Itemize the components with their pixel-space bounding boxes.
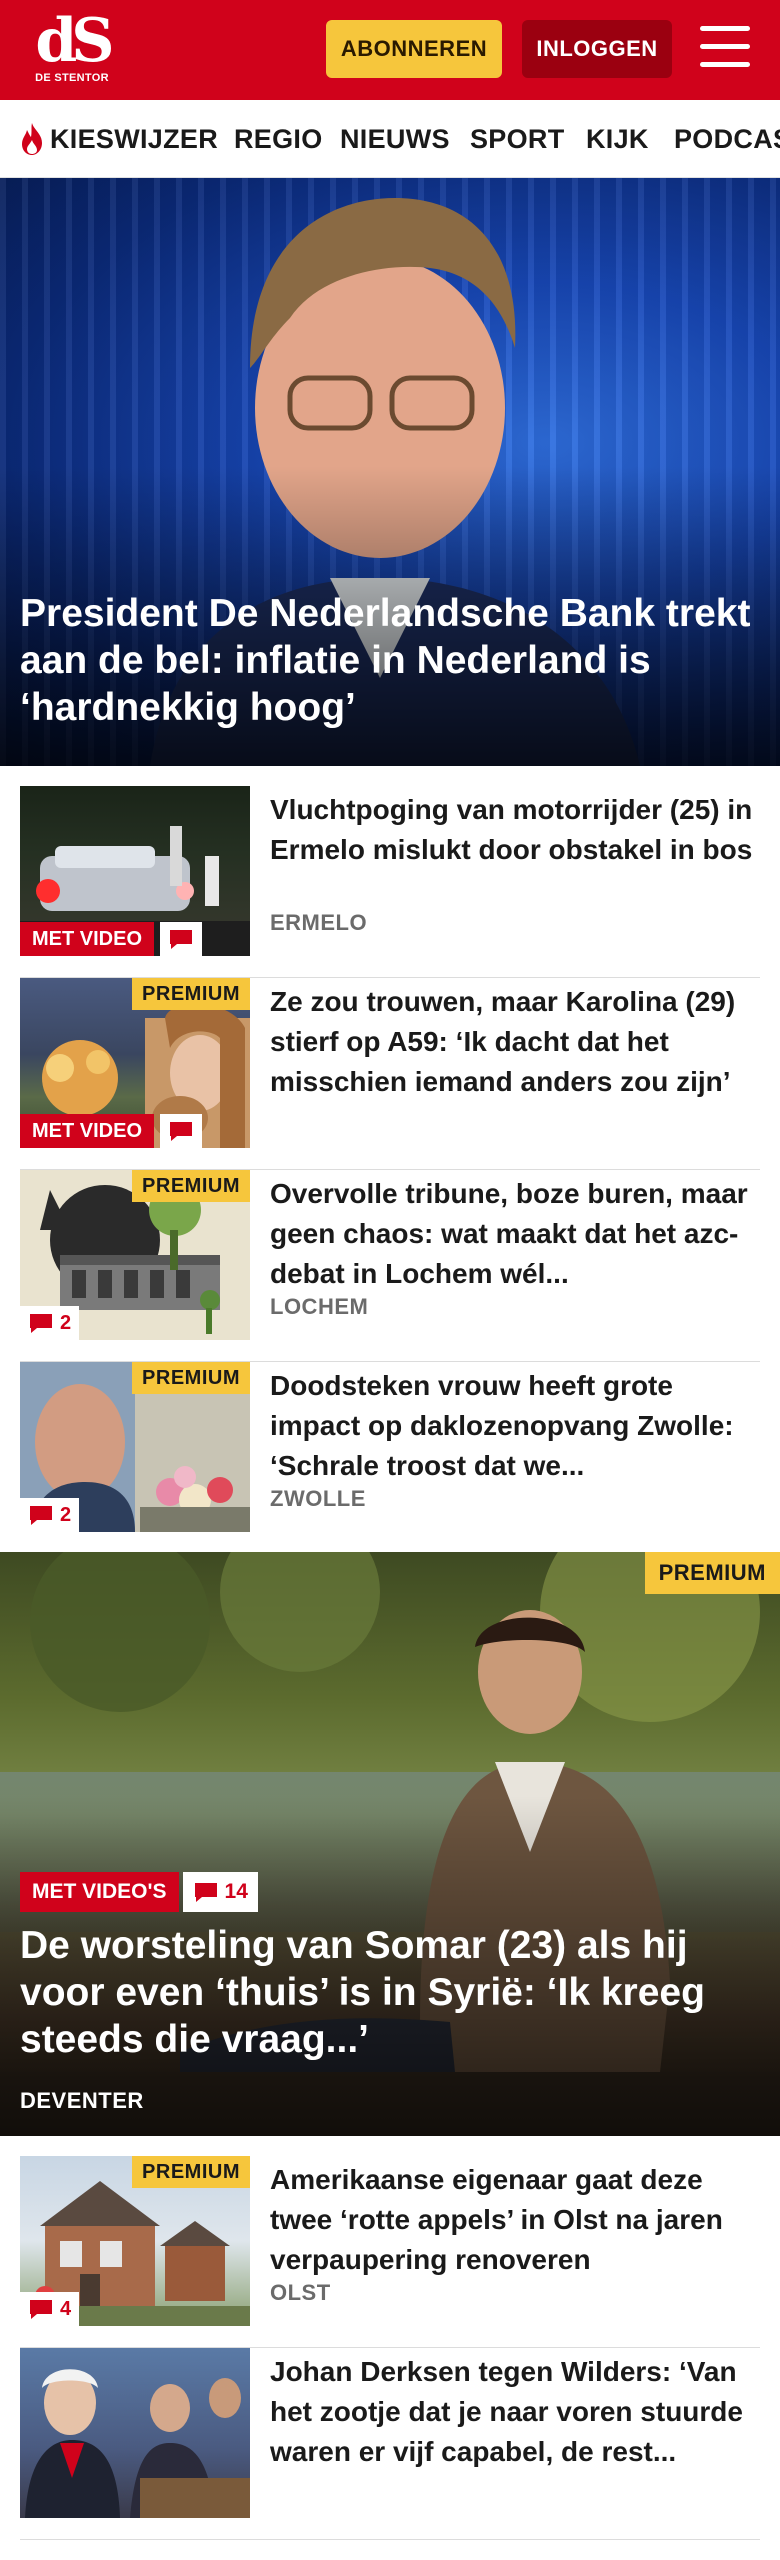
feature-title[interactable]: De worsteling van Somar (23) als hij voo… xyxy=(20,1922,760,2063)
nav-item-kieswijzer[interactable]: KIESWIJZER xyxy=(18,100,219,177)
hero-title[interactable]: President De Nederlandsche Bank trekt aa… xyxy=(20,590,760,731)
comment-icon xyxy=(30,2300,52,2319)
nav-item-regio[interactable]: REGIO xyxy=(234,100,323,177)
video-badge: MET VIDEO xyxy=(20,1114,155,1148)
article-list-item[interactable]: PREMIUM MET VIDEO Ze zou trouwen, maar K… xyxy=(20,978,760,1170)
hero-article[interactable]: President De Nederlandsche Bank trekt aa… xyxy=(0,178,780,766)
comment-badge: 4 xyxy=(20,2292,80,2326)
premium-badge: PREMIUM xyxy=(132,1170,250,1202)
article-list-item[interactable]: PREMIUM 2 Doodsteken vrouw heeft grote i… xyxy=(20,1362,760,1554)
nav-item-label: KIESWIJZER xyxy=(50,123,219,154)
login-button[interactable]: INLOGGEN xyxy=(522,20,672,78)
premium-badge: PREMIUM xyxy=(132,1362,250,1394)
nav-item-label: REGIO xyxy=(234,123,323,154)
comment-icon xyxy=(170,1122,192,1141)
nav-item-kijk[interactable]: KIJK xyxy=(586,100,649,177)
comment-icon xyxy=(30,1506,52,1525)
article-thumbnail: PREMIUM 2 xyxy=(20,1362,250,1532)
article-location: LOCHEM xyxy=(270,1294,369,1319)
nav-item-label: SPORT xyxy=(470,123,565,154)
nav-item-label: KIJK xyxy=(586,123,649,154)
premium-badge: PREMIUM xyxy=(132,2156,250,2188)
comment-badge xyxy=(160,922,202,956)
feature-badges: MET VIDEO'S 14 xyxy=(20,1872,258,1912)
article-location: ERMELO xyxy=(270,910,368,935)
comment-badge xyxy=(160,1114,202,1148)
comment-badge: 2 xyxy=(20,1306,80,1340)
article-thumbnail: PREMIUM 2 xyxy=(20,1170,250,1340)
feature-location: DEVENTER xyxy=(20,2088,144,2113)
article-list-item[interactable]: MET VIDEO Vluchtpoging van motorrijder (… xyxy=(20,786,760,978)
comment-icon xyxy=(170,930,192,949)
nav-item-sport[interactable]: SPORT xyxy=(470,100,565,177)
article-thumbnail: PREMIUM MET VIDEO xyxy=(20,978,250,1148)
section-nav: KIESWIJZER REGIO NIEUWS SPORT KIJK PODCA… xyxy=(0,100,780,178)
article-list-item[interactable]: PREMIUM 2 Overvolle tribune, boze buren,… xyxy=(20,1170,760,1362)
top-bar: dS DE STENTOR ABONNEREN INLOGGEN xyxy=(0,0,780,100)
article-list-item[interactable]: PREMIUM 4 Amerikaanse eigenaar gaat deze… xyxy=(20,2156,760,2348)
article-thumbnail xyxy=(20,2348,250,2518)
article-thumbnail: PREMIUM 4 xyxy=(20,2156,250,2326)
comment-count: 2 xyxy=(60,1503,72,1526)
article-location: ZWOLLE xyxy=(270,1486,366,1511)
article-list-item[interactable]: Johan Derksen tegen Wilders: ‘Van het zo… xyxy=(20,2348,760,2540)
nav-item-nieuws[interactable]: NIEUWS xyxy=(340,100,450,177)
comment-icon xyxy=(30,1314,52,1333)
hamburger-menu-icon[interactable] xyxy=(700,26,752,70)
article-title[interactable]: Johan Derksen tegen Wilders: ‘Van het zo… xyxy=(270,2352,760,2472)
nav-item-podcasts[interactable]: PODCAS xyxy=(674,100,780,177)
logo-mark: dS xyxy=(35,6,114,76)
feature-article[interactable]: PREMIUM MET VIDEO'S 14 De worsteling van… xyxy=(0,1552,780,2136)
article-title[interactable]: Amerikaanse eigenaar gaat deze twee ‘rot… xyxy=(270,2160,760,2280)
comment-icon xyxy=(194,1883,217,1902)
article-location: OLST xyxy=(270,2280,331,2305)
premium-badge: PREMIUM xyxy=(132,978,250,1010)
flame-icon xyxy=(22,123,42,155)
site-logo[interactable]: dS DE STENTOR xyxy=(28,6,116,90)
comment-count: 14 xyxy=(224,1880,248,1903)
article-title[interactable]: Overvolle tribune, boze buren, maar geen… xyxy=(270,1174,760,1294)
article-title[interactable]: Doodsteken vrouw heeft grote impact op d… xyxy=(270,1366,760,1486)
logo-subtitle: DE STENTOR xyxy=(35,72,109,84)
article-thumbnail: MET VIDEO xyxy=(20,786,250,956)
premium-badge: PREMIUM xyxy=(644,1552,780,1594)
comment-badge: 14 xyxy=(182,1872,258,1912)
comment-count: 2 xyxy=(60,1311,72,1334)
nav-item-label: PODCAS xyxy=(674,123,780,154)
article-title[interactable]: Vluchtpoging van motorrijder (25) in Erm… xyxy=(270,790,760,910)
comment-count: 4 xyxy=(60,2297,72,2320)
comment-badge: 2 xyxy=(20,1498,80,1532)
nav-item-label: NIEUWS xyxy=(340,123,450,154)
article-title[interactable]: Ze zou trouwen, maar Karolina (29) stier… xyxy=(270,982,760,1102)
video-badge: MET VIDEO xyxy=(20,922,155,956)
subscribe-button[interactable]: ABONNEREN xyxy=(326,20,502,78)
video-badge: MET VIDEO'S xyxy=(20,1872,179,1912)
